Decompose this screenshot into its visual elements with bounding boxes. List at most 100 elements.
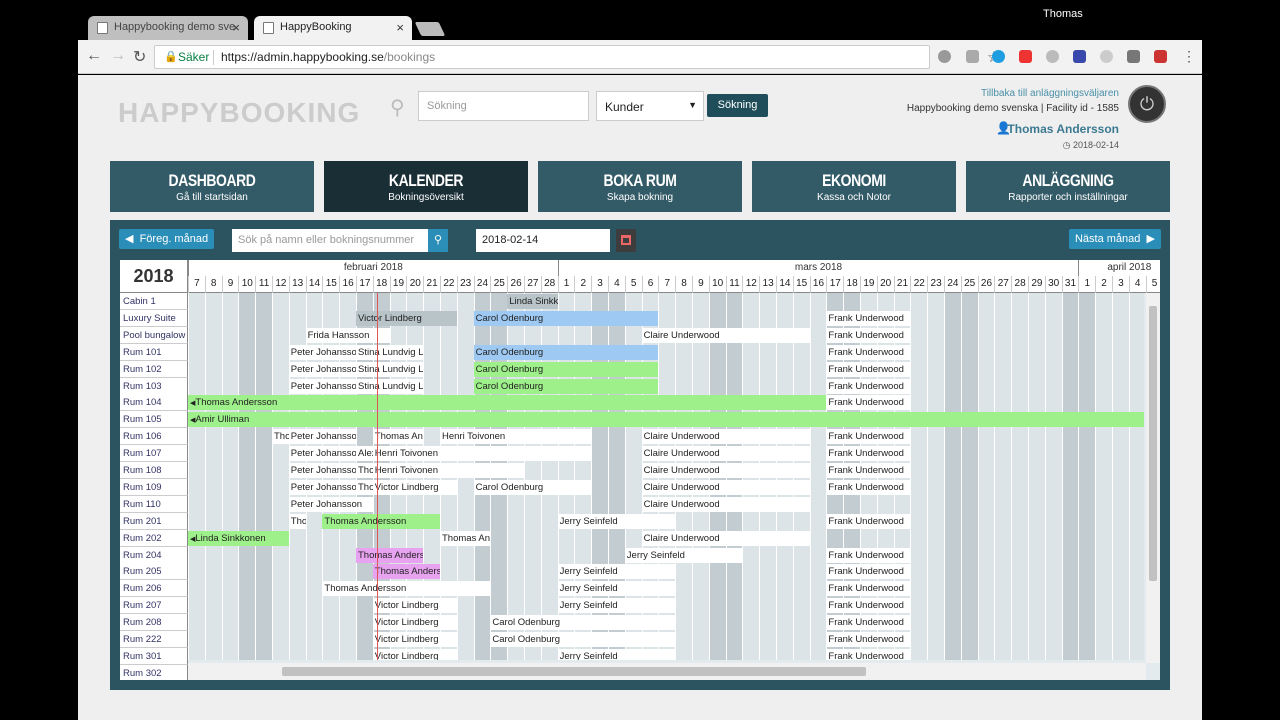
booking-block[interactable]: Frank Underwood — [826, 564, 911, 580]
room-label[interactable]: Rum 201 — [120, 512, 188, 530]
day-column[interactable] — [204, 293, 222, 660]
logout-power-button[interactable]: ⏻ — [1128, 85, 1166, 123]
booking-block[interactable]: Frank Underwood — [826, 361, 911, 377]
booking-block[interactable]: Thomas Andersson — [322, 581, 491, 597]
room-label[interactable]: Rum 301 — [120, 647, 188, 665]
day-column[interactable] — [944, 293, 961, 660]
browser-tab-active[interactable]: HappyBooking × — [254, 16, 412, 40]
booking-block[interactable]: Tho — [288, 513, 306, 529]
room-label[interactable]: Rum 108 — [120, 462, 188, 479]
next-month-button[interactable]: Nästa månad ▶ — [1068, 229, 1161, 249]
day-column[interactable] — [1011, 293, 1028, 660]
prev-month-button[interactable]: ◀ Föreg. månad — [119, 229, 215, 249]
room-label[interactable]: Rum 103 — [120, 377, 188, 395]
extension-icon[interactable] — [966, 50, 979, 63]
booking-block[interactable]: Carol Odenburg — [473, 310, 659, 326]
app-logo[interactable]: HAPPYBOOKING — [118, 97, 360, 129]
booking-block[interactable]: Frank Underwood — [826, 547, 911, 563]
booking-block[interactable]: Peter Johansson — [288, 344, 356, 360]
day-column[interactable] — [1095, 293, 1112, 660]
day-column[interactable] — [1128, 293, 1144, 660]
back-arrow-icon[interactable]: ← — [86, 47, 102, 65]
booking-block[interactable]: Thomas Anders — [372, 564, 440, 580]
booking-block[interactable]: Peter Johansson — [288, 479, 356, 495]
booking-block[interactable]: Jerry Seinfeld — [557, 581, 676, 597]
day-column[interactable] — [809, 293, 827, 660]
booking-block[interactable]: Frank Underwood — [826, 378, 911, 394]
extension-abp-icon[interactable] — [938, 50, 951, 63]
booking-block[interactable]: Frank Underwood — [826, 632, 911, 647]
horizontal-scrollbar[interactable] — [188, 663, 1146, 680]
booking-block[interactable]: Victor Lindberg — [372, 598, 457, 614]
room-label[interactable]: Rum 107 — [120, 445, 188, 463]
extension-icon[interactable] — [1100, 50, 1113, 63]
booking-block[interactable]: Frank Underwood — [826, 581, 911, 597]
day-column[interactable] — [960, 293, 978, 660]
profile-name[interactable]: Thomas — [1043, 8, 1083, 20]
booking-block[interactable]: Linda Sinkk — [507, 294, 558, 309]
day-column[interactable] — [1078, 293, 1096, 660]
booking-block[interactable]: Thomas Anders — [356, 547, 424, 563]
skype-icon[interactable] — [992, 50, 1005, 63]
booking-block[interactable]: Frank Underwood — [826, 648, 911, 660]
booking-block[interactable]: Peter Johansson — [288, 496, 373, 512]
booking-block[interactable]: Claire Underwood — [641, 463, 810, 478]
room-label[interactable]: Rum 222 — [120, 631, 188, 648]
booking-block[interactable]: Carol Odenburg — [490, 615, 676, 631]
day-column[interactable] — [1061, 293, 1079, 660]
booking-block[interactable]: Claire Underwood — [641, 429, 810, 445]
booking-block[interactable]: Jerry Seinfeld — [557, 648, 676, 660]
booking-block[interactable]: Carol Odenburg — [473, 361, 659, 377]
scroll-thumb[interactable] — [282, 667, 866, 676]
day-column[interactable] — [927, 293, 944, 660]
extension-icon[interactable] — [1154, 50, 1167, 63]
date-input[interactable]: 2018-02-14 — [476, 229, 610, 252]
booking-block[interactable]: Carol Odenburg — [473, 378, 659, 394]
extension-icon[interactable] — [1019, 50, 1032, 63]
new-tab-button[interactable] — [414, 22, 446, 36]
booking-block[interactable]: Peter Johansson — [288, 361, 356, 377]
booking-block[interactable]: Victor Lindberg — [372, 632, 457, 647]
vertical-scrollbar[interactable] — [1146, 293, 1160, 663]
booking-block[interactable]: Peter Johansson — [288, 463, 356, 478]
header-search-input[interactable]: Sökning — [418, 91, 589, 121]
day-column[interactable] — [1044, 293, 1062, 660]
room-label[interactable]: Rum 207 — [120, 597, 188, 615]
url-field[interactable]: 🔒 Säker https://admin.happybooking.se/bo… — [154, 45, 1000, 69]
booking-block[interactable]: Jerry Seinfeld — [557, 598, 676, 614]
room-label[interactable]: Luxury Suite — [120, 309, 188, 327]
booking-block[interactable]: Carol Odenburg — [473, 344, 659, 360]
booking-block[interactable]: Frank Underwood — [826, 463, 911, 478]
room-label[interactable]: Rum 106 — [120, 428, 188, 446]
search-icon[interactable]: ⚲ — [428, 229, 448, 252]
calendar-icon[interactable] — [616, 229, 636, 252]
booking-block[interactable]: Frank Underwood — [826, 310, 911, 326]
header-search-button[interactable]: Sökning — [707, 94, 768, 117]
booking-block[interactable]: Frank Underwood — [826, 513, 911, 529]
booking-block[interactable]: Thomas An — [372, 429, 424, 445]
booking-block[interactable]: Frank Underwood — [826, 429, 911, 445]
booking-block[interactable]: Stina Lundvig Li — [356, 344, 424, 360]
close-icon[interactable]: × — [232, 20, 240, 35]
nav-ekonomi[interactable]: EKONOMI Kassa och Notor — [752, 161, 956, 212]
room-label[interactable]: Rum 110 — [120, 495, 188, 513]
booking-block[interactable]: Peter Johansson — [288, 429, 356, 445]
booking-block[interactable]: Stina Lundvig Li — [356, 378, 424, 394]
extension-icon[interactable] — [1046, 50, 1059, 63]
booking-block[interactable]: Thomas Andersson — [322, 513, 440, 529]
booking-block[interactable]: Frank Underwood — [826, 479, 911, 495]
room-label[interactable]: Rum 104 — [120, 394, 188, 412]
booking-block[interactable]: Claire Underwood — [641, 479, 810, 495]
room-label[interactable]: Rum 302 — [120, 664, 188, 680]
booking-block[interactable]: Stina Lundvig Li — [356, 361, 424, 377]
room-label[interactable]: Rum 208 — [120, 614, 188, 632]
back-to-facility-link[interactable]: Tillbaka till anläggningsväljaren — [981, 88, 1119, 99]
day-column[interactable] — [238, 293, 256, 660]
booking-block[interactable]: Tho — [272, 429, 289, 445]
booking-block[interactable]: Peter Johansson — [288, 378, 356, 394]
browser-tab-inactive[interactable]: Happybooking demo sve × — [88, 16, 248, 40]
booking-block[interactable]: Frank Underwood — [826, 446, 911, 462]
booking-block[interactable]: Carol Odenburg — [490, 632, 676, 647]
booking-block[interactable]: Jerry Seinfeld — [557, 564, 676, 580]
day-column[interactable] — [255, 293, 272, 660]
